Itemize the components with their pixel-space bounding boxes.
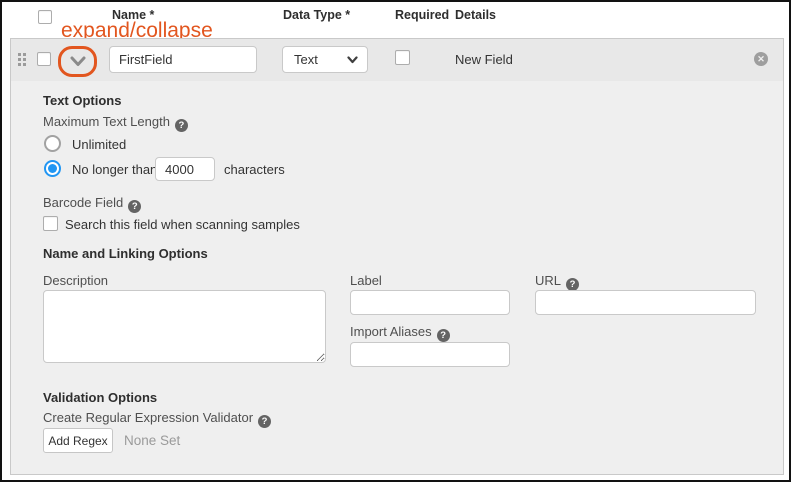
- select-all-checkbox[interactable]: [38, 10, 52, 24]
- add-regex-button[interactable]: Add Regex: [43, 428, 113, 453]
- characters-label: characters: [224, 162, 285, 177]
- help-icon[interactable]: ?: [258, 415, 271, 428]
- description-textarea[interactable]: [43, 290, 326, 363]
- import-aliases-label: Import Aliases?: [350, 324, 450, 342]
- barcode-search-checkbox[interactable]: [43, 216, 58, 231]
- unlimited-radio[interactable]: [44, 135, 61, 152]
- url-label: URL?: [535, 273, 579, 291]
- remove-field-icon[interactable]: ✕: [754, 52, 768, 66]
- annotation-highlight-circle: [58, 46, 97, 77]
- import-aliases-input[interactable]: [350, 342, 510, 367]
- max-length-input[interactable]: [155, 157, 215, 181]
- field-card: Text New Field ✕ Text Options Maximum Te…: [10, 38, 784, 475]
- chevron-down-icon: [347, 56, 358, 64]
- max-text-length-label: Maximum Text Length?: [43, 114, 188, 132]
- description-label: Description: [43, 273, 108, 288]
- barcode-search-checkbox-label: Search this field when scanning samples: [65, 217, 300, 232]
- column-header-required: Required: [395, 8, 449, 22]
- field-editor-screenshot: Name * Data Type * Required Details expa…: [0, 0, 791, 482]
- column-header-data-type: Data Type *: [283, 8, 350, 22]
- unlimited-radio-label: Unlimited: [72, 137, 126, 152]
- url-input[interactable]: [535, 290, 756, 315]
- field-options-panel: Text Options Maximum Text Length? Unlimi…: [11, 81, 783, 476]
- help-icon[interactable]: ?: [128, 200, 141, 213]
- field-details-text: New Field: [455, 52, 513, 67]
- barcode-field-label: Barcode Field?: [43, 195, 141, 213]
- no-longer-than-radio[interactable]: [44, 160, 61, 177]
- help-icon[interactable]: ?: [437, 329, 450, 342]
- column-header-details: Details: [455, 8, 496, 22]
- regex-status-text: None Set: [124, 433, 180, 448]
- name-linking-heading: Name and Linking Options: [43, 246, 208, 261]
- required-checkbox[interactable]: [395, 50, 410, 65]
- field-row: Text New Field ✕: [11, 39, 783, 81]
- field-name-input[interactable]: [109, 46, 257, 73]
- drag-handle-icon[interactable]: [18, 53, 26, 66]
- data-type-select[interactable]: Text: [282, 46, 368, 73]
- field-row-checkbox[interactable]: [37, 52, 51, 66]
- text-options-heading: Text Options: [43, 93, 121, 108]
- label-label: Label: [350, 273, 382, 288]
- validation-options-heading: Validation Options: [43, 390, 157, 405]
- label-input[interactable]: [350, 290, 510, 315]
- regex-validator-label: Create Regular Expression Validator?: [43, 410, 271, 428]
- no-longer-than-radio-label: No longer than: [72, 162, 157, 177]
- data-type-selected-value: Text: [294, 52, 318, 67]
- help-icon[interactable]: ?: [175, 119, 188, 132]
